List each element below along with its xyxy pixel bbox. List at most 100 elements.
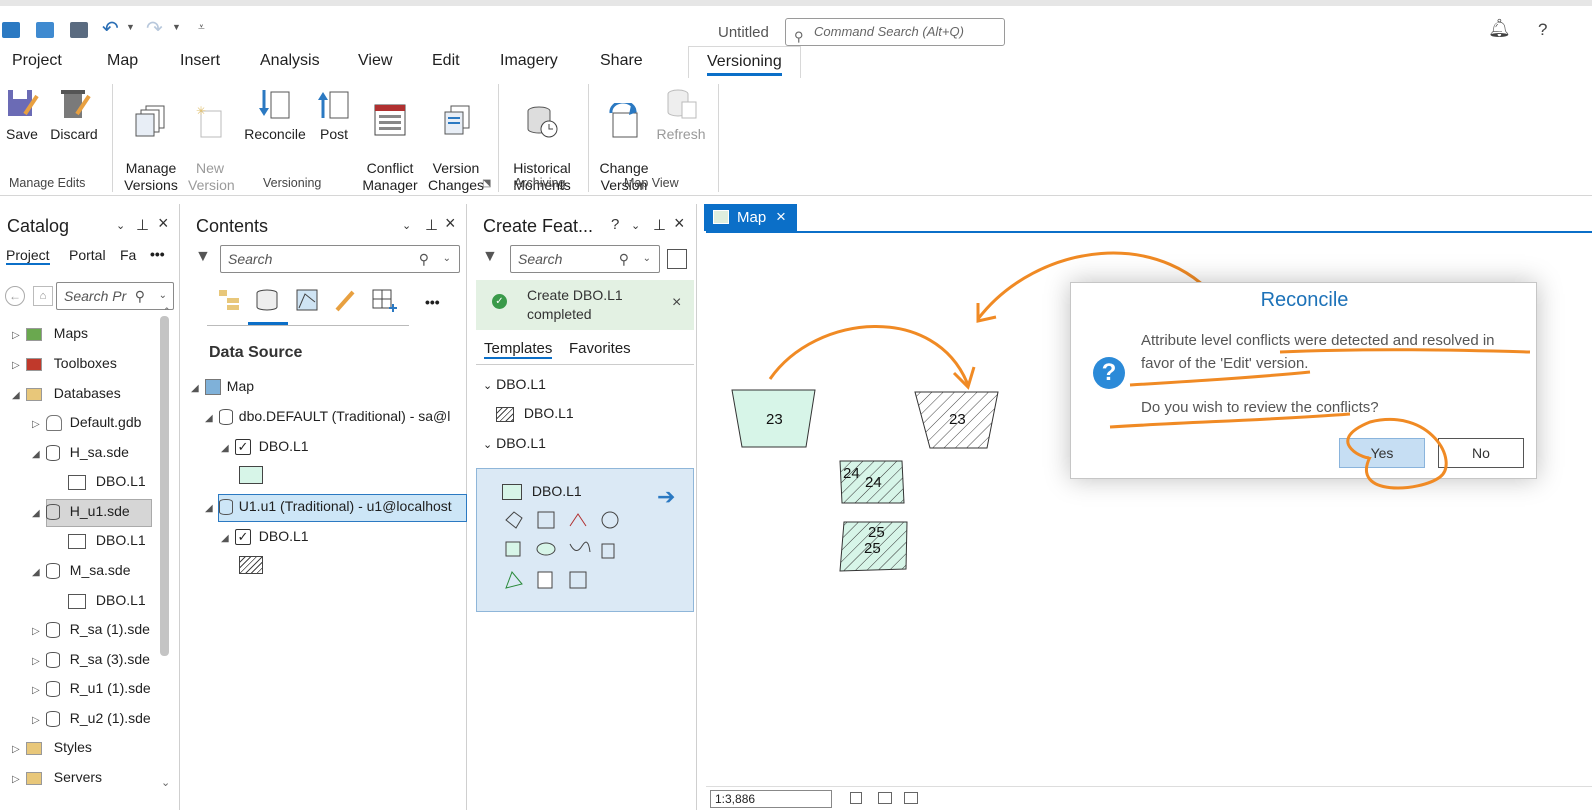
grid-icon[interactable] [850, 792, 862, 804]
contents-item-default-connection[interactable]: ◢ dbo.DEFAULT (Traditional) - sa@l [205, 408, 467, 426]
manage-templates-icon[interactable] [667, 249, 687, 269]
dialog-launcher-icon[interactable]: ⬔ [482, 178, 491, 189]
pin-icon[interactable]: ⊥ [136, 216, 149, 234]
version-changes-icon [439, 103, 473, 139]
template-item-dbo-l1[interactable]: DBO.L1 [496, 405, 574, 422]
chevron-down-icon[interactable]: ⌄ [116, 219, 125, 232]
tab-versioning[interactable]: Versioning [688, 46, 801, 78]
list-by-data-source-icon[interactable] [255, 288, 279, 312]
template-group-dbo-l1[interactable]: ⌄ DBO.L1 [483, 376, 546, 392]
tab-insert[interactable]: Insert [180, 52, 220, 70]
conflict-manager-button[interactable]: Conflict Manager [358, 86, 422, 194]
tab-share[interactable]: Share [600, 52, 643, 70]
tab-templates[interactable]: Templates [484, 340, 553, 359]
catalog-item-dbo-l1[interactable]: DBO.L1 [68, 473, 146, 490]
tab-favorites[interactable]: Favorites [569, 340, 631, 357]
scroll-down-icon[interactable]: ⌄ [161, 776, 170, 789]
chevron-down-icon[interactable]: ⌄ [631, 219, 640, 232]
tab-view[interactable]: View [358, 52, 392, 70]
catalog-item-toolboxes[interactable]: ▷ Toolboxes [12, 355, 117, 371]
catalog-item-dbo-l1[interactable]: DBO.L1 [68, 592, 146, 609]
help-button[interactable]: ? [1538, 20, 1547, 40]
more-tabs-button[interactable]: ••• [150, 246, 165, 262]
chevron-down-icon[interactable]: ⌄ [443, 246, 451, 272]
catalog-item-maps[interactable]: ▷ Maps [12, 325, 88, 341]
catalog-item-dbo-l1[interactable]: DBO.L1 [68, 532, 146, 549]
layer-visibility-checkbox[interactable]: ✓ [234, 439, 251, 456]
layer-symbol-swatch[interactable] [239, 466, 263, 484]
back-icon[interactable]: ← [5, 286, 25, 306]
pin-icon[interactable]: ⊥ [653, 216, 666, 234]
navigation-icon[interactable] [904, 792, 918, 804]
version-changes-button[interactable]: Version Changes [426, 86, 486, 194]
tab-analysis[interactable]: Analysis [260, 52, 320, 70]
tab-map[interactable]: Map [107, 52, 138, 70]
tab-imagery[interactable]: Imagery [500, 52, 558, 70]
catalog-scrollbar[interactable] [160, 316, 169, 656]
create-features-search-input[interactable]: Search ⚲ ⌄ [510, 245, 660, 273]
catalog-item-styles[interactable]: ▷ Styles [12, 739, 92, 755]
layer-visibility-checkbox[interactable]: ✓ [234, 529, 251, 546]
catalog-item-r-u2-1[interactable]: ▷ R_u2 (1).sde [32, 710, 156, 728]
catalog-item-r-sa-3[interactable]: ▷ R_sa (3).sde [32, 651, 156, 669]
discard-button[interactable]: Discard [48, 86, 100, 143]
scroll-up-icon[interactable]: ⌃ [163, 306, 171, 317]
catalog-item-h-u1[interactable]: ◢ H_u1.sde [32, 503, 130, 521]
tab-project[interactable]: Project [12, 52, 62, 70]
catalog-item-servers[interactable]: ▷ Servers [12, 769, 102, 785]
catalog-item-m-sa[interactable]: ◢ M_sa.sde [32, 562, 130, 580]
home-icon[interactable]: ⌂ [33, 286, 53, 306]
list-by-drawing-order-icon[interactable] [217, 288, 241, 312]
notification-bell-icon[interactable]: 🔔︎ [1488, 18, 1511, 39]
catalog-tab-project[interactable]: Project [6, 247, 50, 265]
pin-icon[interactable]: ⊥ [425, 216, 438, 234]
close-icon[interactable]: × [158, 213, 169, 234]
contents-layer-dbo-l1[interactable]: ◢ ✓ DBO.L1 [221, 438, 309, 456]
filter-icon[interactable]: ▼ [482, 248, 498, 266]
catalog-tab-favorites[interactable]: Fa [120, 247, 138, 263]
close-icon[interactable]: × [672, 294, 681, 312]
template-group-dbo-l1[interactable]: ⌄ DBO.L1 [483, 435, 546, 451]
catalog-item-r-u1-1[interactable]: ▷ R_u1 (1).sde [32, 680, 156, 698]
post-button[interactable]: Post [314, 86, 354, 143]
save-button[interactable]: Save [4, 86, 40, 143]
close-icon[interactable]: × [445, 213, 456, 234]
contents-title: Contents [196, 216, 269, 236]
scale-input[interactable]: 1:3,886 [710, 790, 832, 808]
contents-search-input[interactable]: Search ⚲ ⌄ [220, 245, 460, 273]
chevron-down-icon[interactable]: ▼ [126, 22, 135, 32]
tab-edit[interactable]: Edit [432, 52, 460, 70]
catalog-item-databases[interactable]: ◢ Databases [12, 385, 121, 401]
selected-template-item[interactable]: DBO.L1 [502, 483, 582, 501]
close-icon[interactable]: × [674, 213, 685, 234]
filter-icon[interactable]: ▼ [195, 248, 211, 266]
reconcile-button[interactable]: Reconcile [240, 86, 310, 143]
arrow-right-icon[interactable]: ➔ [657, 484, 675, 510]
catalog-search-input[interactable]: Search Pr ⚲ ⌄ [56, 282, 174, 310]
chevron-down-icon[interactable]: ⌄ [402, 219, 411, 232]
table-icon[interactable] [878, 792, 892, 804]
list-by-editing-icon[interactable] [333, 288, 357, 312]
command-search-input[interactable]: ⚲ Command Search (Alt+Q) [785, 18, 1005, 46]
help-button[interactable]: ? [611, 216, 619, 233]
catalog-item-default-gdb[interactable]: ▷ Default.gdb [32, 414, 141, 432]
contents-item-map[interactable]: ◢ Map [191, 378, 254, 396]
undo-icon[interactable]: ↶ [102, 16, 119, 41]
customize-toolbar-icon[interactable]: ⩡ [198, 20, 205, 35]
manage-versions-button[interactable]: Manage Versions [120, 86, 182, 194]
catalog-item-r-sa-1[interactable]: ▷ R_sa (1).sde [32, 621, 156, 639]
new-project-icon[interactable] [2, 22, 20, 38]
catalog-tab-portal[interactable]: Portal [69, 247, 106, 263]
layer-symbol-swatch-hatched[interactable] [239, 556, 263, 574]
chevron-down-icon[interactable]: ▼ [172, 22, 181, 32]
chevron-down-icon[interactable]: ⌄ [643, 246, 651, 272]
close-icon[interactable]: × [776, 207, 786, 227]
list-by-snapping-icon[interactable] [371, 288, 399, 312]
open-project-icon[interactable] [36, 22, 54, 38]
contents-layer-dbo-l1[interactable]: ◢ ✓ DBO.L1 [221, 528, 309, 546]
more-options-button[interactable]: ••• [425, 294, 440, 310]
save-project-icon[interactable] [70, 22, 88, 38]
list-by-selection-icon[interactable] [295, 288, 319, 312]
contents-item-u1-connection[interactable]: ◢ U1.u1 (Traditional) - u1@localhost [205, 498, 467, 516]
catalog-item-h-sa[interactable]: ◢ H_sa.sde [32, 444, 129, 462]
